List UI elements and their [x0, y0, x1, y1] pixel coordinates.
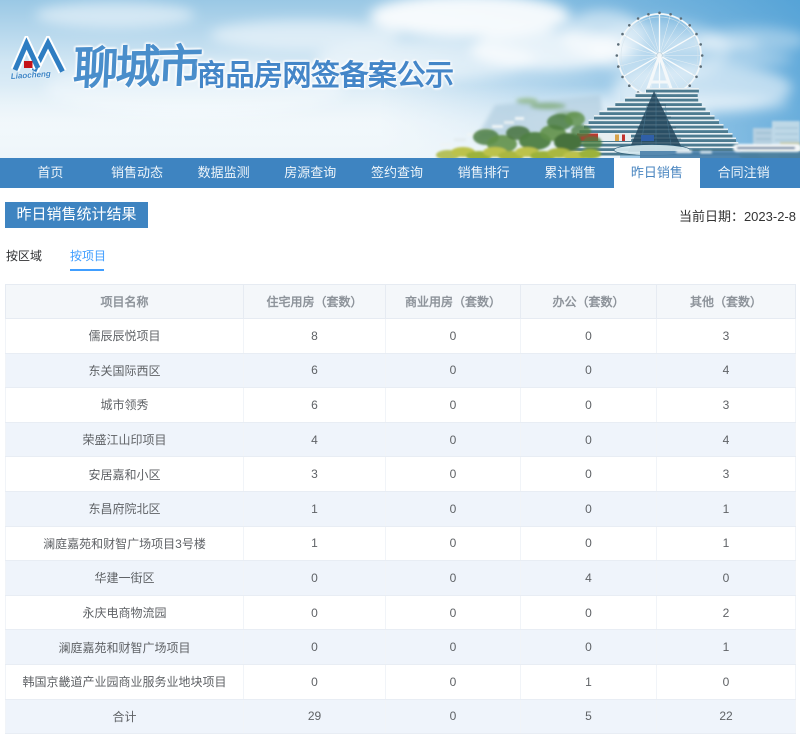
svg-text:Liaocheng: Liaocheng — [11, 69, 52, 81]
